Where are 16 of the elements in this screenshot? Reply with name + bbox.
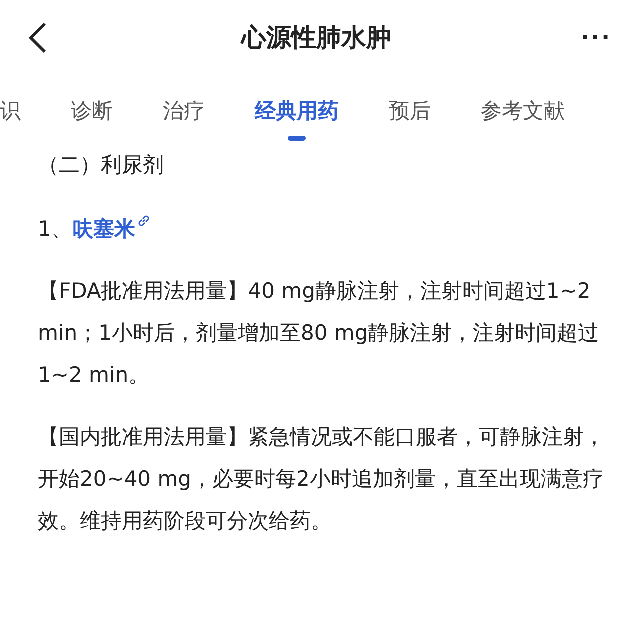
tab-indicator	[288, 136, 306, 141]
tab[interactable]: 参考文献	[481, 96, 565, 128]
drug-number: 1、	[38, 216, 72, 243]
tab[interactable]: 治疗	[163, 96, 205, 128]
drug-link[interactable]: 呋塞米	[72, 208, 136, 250]
more-button[interactable]: ···	[580, 22, 612, 54]
tab[interactable]: 预后	[389, 96, 431, 128]
section-heading: （二）利尿剂	[38, 152, 165, 179]
tab[interactable]: 经典用药	[255, 96, 339, 128]
link-icon	[137, 214, 152, 228]
tab[interactable]: 识	[0, 96, 21, 128]
page-title: 心源性肺水肿	[241, 22, 392, 54]
tab[interactable]: 诊断	[71, 96, 113, 128]
back-icon	[28, 22, 48, 54]
paragraph: 【FDA批准用法用量】40 mg静脉注射，注射时间超过1~2 min；1小时后，剂量增加至80 mg静脉注射，注射时间超过1~2 min。	[38, 278, 600, 389]
paragraph: 【国内批准用法用量】紧急情况或不能口服者，可静脉注射，开始20~40 mg，必要时每2小时追加剂量，直至出现满意疗效。维持用药阶段可分次给药。	[38, 424, 606, 535]
